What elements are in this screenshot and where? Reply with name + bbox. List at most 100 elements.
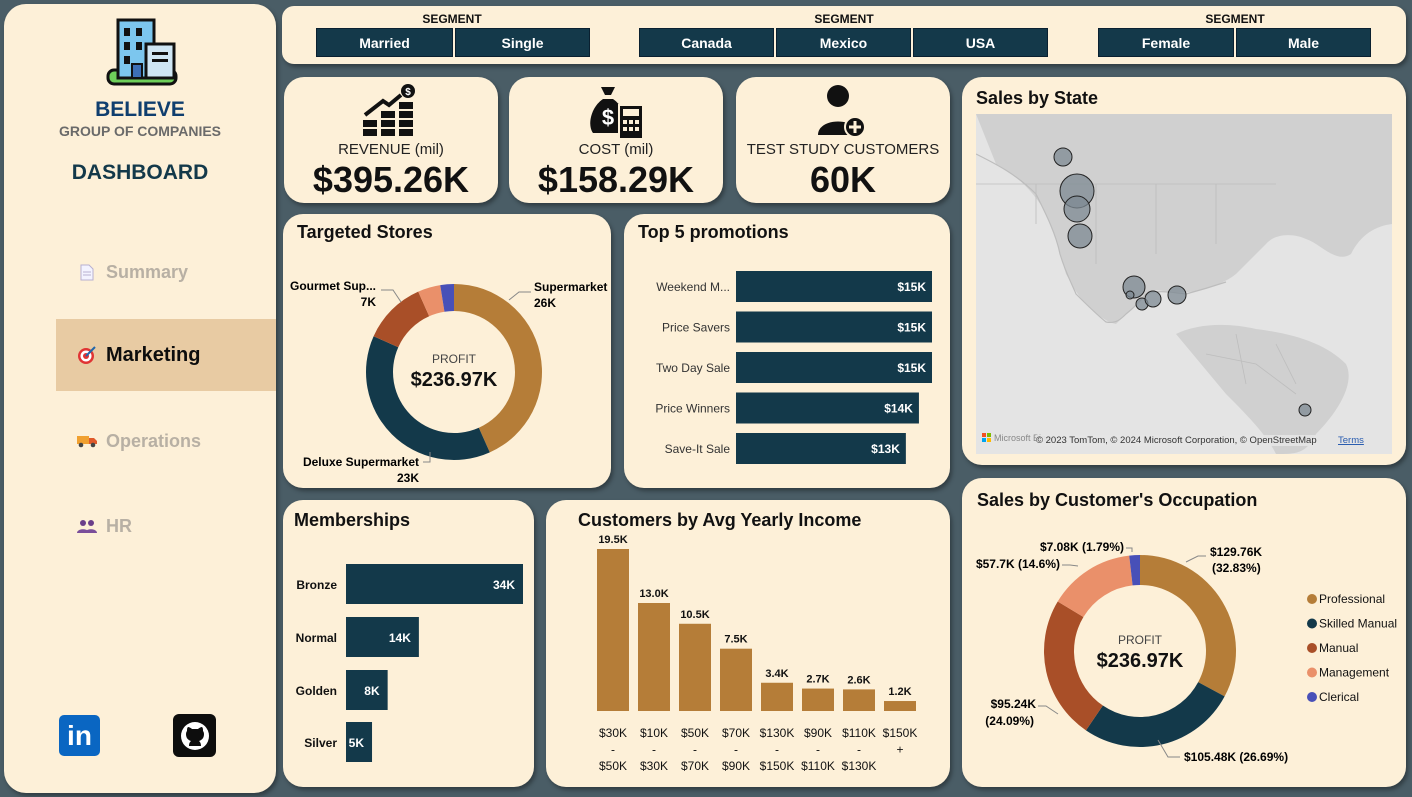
svg-text:$: $	[405, 87, 411, 98]
building-logo-icon	[102, 14, 182, 95]
membership-value-normal: 14K	[389, 631, 411, 645]
github-icon[interactable]	[173, 714, 216, 757]
income-tick-50k-70k-1: -	[693, 743, 697, 757]
memberships-chart: Bronze 34K Normal 14K Golden 8K Silver 5K	[296, 564, 523, 762]
income-tick-110k-130k-1: -	[857, 743, 861, 757]
income-bar-30k-50k[interactable]	[597, 549, 629, 711]
occ-label-professional-1: $129.76K	[1210, 545, 1262, 559]
segment-single-button[interactable]: Single	[455, 28, 590, 57]
income-tick-30k-50k-0: $30K	[599, 726, 627, 740]
nav-hr-label: HR	[106, 515, 132, 536]
occ-label-clerical: $7.08K (1.79%)	[1040, 540, 1124, 554]
promo-label-save-it-sale: Save-It Sale	[665, 442, 731, 456]
promo-label-price-savers: Price Savers	[662, 321, 730, 335]
segment-married-button[interactable]: Married	[316, 28, 453, 57]
kpi-revenue-card: $ REVENUE (mil) $395.26K	[284, 77, 498, 203]
membership-value-silver: 5K	[349, 736, 365, 750]
nav-summary[interactable]: Summary	[56, 236, 276, 308]
legend-dot-manual	[1307, 643, 1317, 653]
membership-label-silver: Silver	[304, 736, 337, 750]
money-bag-calculator-icon: $	[585, 83, 647, 146]
legend-dot-management	[1307, 667, 1317, 678]
income-tick-70k-90k-2: $90K	[722, 759, 750, 773]
people-icon	[76, 519, 98, 533]
occ-label-management: $57.7K (14.6%)	[976, 557, 1060, 571]
ts-label-gourmet-value: 7K	[361, 295, 377, 309]
legend-dot-clerical	[1307, 692, 1317, 702]
targeted-stores-center-value: $236.97K	[411, 369, 498, 391]
promo-value-weekend-m: $15K	[897, 280, 926, 294]
income-tick-130k-150k-2: $150K	[760, 759, 795, 773]
legend-professional[interactable]: Professional	[1319, 592, 1385, 606]
income-card: Customers by Avg Yearly Income 19.5K $30K…	[546, 500, 950, 787]
segment-usa-button[interactable]: USA	[913, 28, 1048, 57]
top-promotions-card: Top 5 promotions Weekend M... $15K Price S…	[624, 214, 950, 488]
nav-summary-label: Summary	[106, 261, 189, 282]
sales-by-state-card: Sales by State Microsoft Bing © 2023 Tom…	[962, 77, 1406, 465]
occupation-slice-skilled-manual[interactable]	[1085, 682, 1225, 747]
income-tick-30k-50k-2: $50K	[599, 759, 627, 773]
dashboard-heading: DASHBOARD	[71, 161, 209, 184]
income-tick-70k-90k-0: $70K	[722, 726, 750, 740]
segment-filter-bar: SEGMENT Married Single SEGMENT Canada Me…	[282, 6, 1406, 64]
occ-label-manual-1: $95.24K	[991, 697, 1037, 711]
occupation-center-value: $236.97K	[1097, 650, 1184, 672]
linkedin-icon[interactable]: in	[59, 715, 100, 756]
income-value-70k-90k: 7.5K	[724, 634, 747, 646]
income-tick-130k-150k-0: $130K	[760, 726, 795, 740]
income-value-10k-30k: 13.0K	[639, 588, 668, 600]
income-bar-110k-130k[interactable]	[843, 689, 875, 711]
income-bar-10k-30k[interactable]	[638, 603, 670, 711]
ts-label-deluxe-value: 23K	[397, 471, 419, 485]
income-bar-130k-150k[interactable]	[761, 682, 793, 711]
nav-operations-label: Operations	[106, 430, 202, 451]
truck-icon	[76, 434, 98, 448]
add-user-icon	[818, 83, 868, 144]
nav-hr[interactable]: HR	[56, 490, 276, 562]
map-attribution[interactable]: © 2023 TomTom, © 2024 Microsoft Corporat…	[1036, 435, 1317, 446]
occ-label-manual-2: (24.09%)	[985, 714, 1034, 728]
income-bar-90k-110k[interactable]	[802, 688, 834, 711]
income-bar-70k-90k[interactable]	[720, 648, 752, 711]
promo-value-two-day-sale: $15K	[897, 361, 926, 375]
income-value-90k-110k: 2.7K	[806, 674, 829, 686]
membership-label-bronze: Bronze	[296, 578, 337, 592]
nav-marketing[interactable]: Marketing	[56, 319, 276, 391]
income-tick-90k-110k-1: -	[816, 743, 820, 757]
targeted-stores-center-label: PROFIT	[432, 352, 477, 366]
segment-title-gender: SEGMENT	[1205, 12, 1265, 26]
targeted-stores-donut: PROFIT $236.97K Supermarket 26K Gourmet …	[290, 279, 607, 485]
segment-mexico-button[interactable]: Mexico	[776, 28, 911, 57]
income-tick-10k-30k-1: -	[652, 743, 656, 757]
segment-female-button[interactable]: Female	[1098, 28, 1234, 57]
occupation-card: Sales by Customer's Occupation PROFIT $2…	[962, 478, 1406, 787]
income-tick-50k-70k-2: $70K	[681, 759, 709, 773]
income-bar-150k[interactable]	[884, 701, 916, 711]
segment-canada-button[interactable]: Canada	[639, 28, 774, 57]
kpi-customers-value: 60K	[809, 159, 877, 200]
income-value-50k-70k: 10.5K	[680, 609, 709, 621]
income-bar-50k-70k[interactable]	[679, 623, 711, 711]
stores-slice-gourmet-sup[interactable]	[373, 291, 430, 348]
income-tick-110k-130k-0: $110K	[842, 726, 876, 740]
nav-operations[interactable]: Operations	[56, 405, 276, 477]
kpi-revenue-label: REVENUE (mil)	[338, 141, 444, 158]
brand-subtitle: GROUP OF COMPANIES	[58, 123, 222, 139]
legend-manual[interactable]: Manual	[1319, 641, 1358, 655]
kpi-cost-label: COST (mil)	[578, 141, 654, 158]
legend-management[interactable]: Management	[1319, 666, 1390, 680]
income-value-110k-130k: 2.6K	[847, 674, 870, 686]
nav-marketing-label: Marketing	[106, 343, 201, 366]
occupation-slice-professional[interactable]	[1140, 555, 1236, 697]
sales-map[interactable]: Microsoft Bing © 2023 TomTom, © 2024 Mic…	[976, 114, 1392, 454]
map-terms-link[interactable]: Terms	[1338, 435, 1364, 446]
income-value-30k-50k: 19.5K	[598, 534, 627, 546]
legend-clerical[interactable]: Clerical	[1319, 690, 1359, 704]
legend-skilled-manual[interactable]: Skilled Manual	[1319, 617, 1397, 631]
promo-value-price-savers: $15K	[897, 321, 926, 335]
segment-male-button[interactable]: Male	[1236, 28, 1371, 57]
income-tick-30k-50k-1: -	[611, 743, 615, 757]
income-tick-10k-30k-0: $10K	[640, 726, 668, 740]
kpi-cost-card: $ COST (mil) $158.29K	[509, 77, 723, 203]
ts-label-supermarket-value: 26K	[534, 296, 556, 310]
